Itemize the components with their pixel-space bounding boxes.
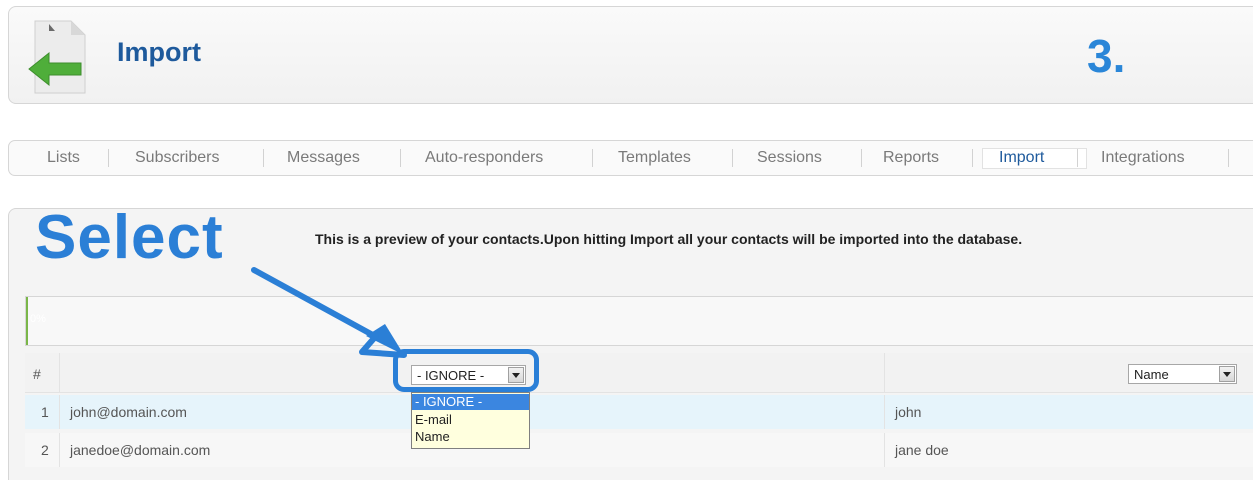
arrow-icon	[251, 267, 407, 358]
